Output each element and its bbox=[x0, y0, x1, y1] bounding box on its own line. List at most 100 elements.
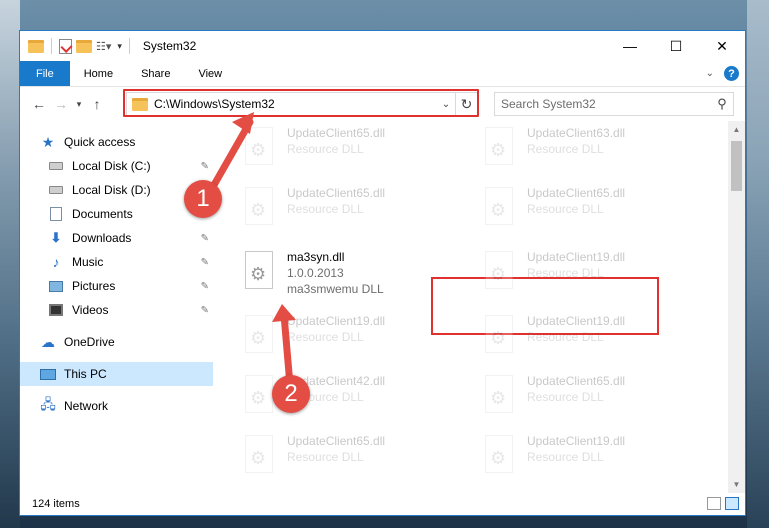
expand-ribbon-icon[interactable]: ⌄ bbox=[706, 68, 714, 79]
computer-icon bbox=[40, 368, 56, 380]
scroll-down-icon[interactable]: ▼ bbox=[728, 476, 745, 493]
sidebar-item-documents[interactable]: Documents ✎ bbox=[20, 202, 213, 226]
file-item[interactable]: ⚙ UpdateClient19.dll Resource DLL bbox=[481, 247, 711, 303]
file-name: UpdateClient19.dll bbox=[527, 314, 626, 328]
pin-icon[interactable]: ✎ bbox=[201, 257, 209, 268]
sidebar-item-onedrive[interactable]: ☁ OneDrive bbox=[20, 330, 213, 354]
file-item[interactable]: ⚙ UpdateClient19.dll Resource DLL bbox=[241, 311, 471, 367]
file-type: Resource DLL bbox=[287, 330, 364, 344]
sidebar-item-videos[interactable]: Videos ✎ bbox=[20, 298, 213, 322]
file-item[interactable]: ⚙ UpdateClient19.dll Resource DLL bbox=[481, 431, 711, 487]
tab-share[interactable]: Share bbox=[127, 61, 184, 86]
dll-file-icon: ⚙ bbox=[481, 375, 517, 415]
chevron-down-icon[interactable]: ▾ bbox=[117, 41, 122, 52]
network-icon: 🖧 bbox=[40, 396, 56, 412]
vertical-scrollbar[interactable]: ▲ ▼ bbox=[728, 121, 745, 493]
disk-icon bbox=[49, 186, 63, 194]
cloud-icon: ☁ bbox=[41, 333, 55, 350]
explorer-body: ★ Quick access Local Disk (C:) ✎ Local D… bbox=[20, 121, 745, 493]
desktop-background-right bbox=[747, 0, 769, 528]
file-item[interactable]: ⚙ UpdateClient65.dll Resource DLL bbox=[481, 371, 711, 427]
file-type: Resource DLL bbox=[287, 142, 364, 156]
divider bbox=[128, 38, 130, 54]
quick-access-toolbar: ☷▾ ▾ bbox=[20, 38, 133, 54]
sidebar-item-label: Local Disk (D:) bbox=[72, 183, 151, 197]
tab-file[interactable]: File bbox=[20, 61, 70, 86]
sidebar-item-local-disk-c[interactable]: Local Disk (C:) ✎ bbox=[20, 154, 213, 178]
help-icon[interactable]: ? bbox=[724, 66, 739, 81]
file-item[interactable]: ⚙ UpdateClient63.dll Resource DLL bbox=[481, 123, 711, 179]
sidebar-item-label: Music bbox=[72, 255, 104, 269]
file-version: 1.0.0.2013 bbox=[287, 266, 344, 280]
sidebar-item-label: Pictures bbox=[72, 279, 116, 293]
sidebar-item-label: Documents bbox=[72, 207, 133, 221]
refresh-icon[interactable]: ↻ bbox=[455, 93, 477, 115]
file-name: UpdateClient19.dll bbox=[527, 250, 626, 264]
sidebar-item-label: Network bbox=[64, 399, 109, 413]
recent-locations-icon[interactable]: ▾ bbox=[72, 99, 86, 110]
sidebar-item-label: This PC bbox=[64, 367, 107, 381]
address-bar[interactable]: C:\Windows\System32 ⌄ ↻ bbox=[126, 92, 478, 116]
back-arrow-icon[interactable]: ← bbox=[28, 96, 50, 112]
dll-file-icon: ⚙ bbox=[241, 435, 277, 475]
customize-toolbar-icon[interactable]: ☷▾ bbox=[96, 40, 111, 53]
step-marker-2: 2 bbox=[272, 375, 310, 413]
sidebar-item-label: Local Disk (C:) bbox=[72, 159, 151, 173]
divider bbox=[51, 38, 52, 54]
ribbon-tabs: File Home Share View ⌄ ? bbox=[20, 61, 745, 87]
sidebar-item-music[interactable]: ♪ Music ✎ bbox=[20, 250, 213, 274]
forward-arrow-icon[interactable]: → bbox=[50, 96, 72, 112]
sidebar-item-this-pc[interactable]: This PC bbox=[20, 362, 213, 386]
file-name: UpdateClient19.dll bbox=[287, 314, 386, 328]
item-count: 124 items bbox=[32, 498, 80, 510]
pin-icon[interactable]: ✎ bbox=[201, 281, 209, 292]
sidebar-item-label: OneDrive bbox=[64, 335, 115, 349]
dll-file-icon: ⚙ bbox=[241, 251, 277, 291]
file-explorer-window: ☷▾ ▾ System32 — ☐ ✕ File Home Share View… bbox=[19, 30, 746, 516]
file-type: Resource DLL bbox=[287, 450, 364, 464]
file-name: UpdateClient19.dll bbox=[527, 434, 626, 448]
file-name: UpdateClient65.dll bbox=[287, 126, 386, 140]
pin-icon[interactable]: ✎ bbox=[201, 233, 209, 244]
disk-icon bbox=[49, 162, 63, 170]
file-type: Resource DLL bbox=[527, 142, 604, 156]
tab-home[interactable]: Home bbox=[70, 61, 127, 86]
status-bar: 124 items bbox=[20, 493, 745, 515]
sidebar-item-network[interactable]: 🖧 Network bbox=[20, 394, 213, 418]
file-type: Resource DLL bbox=[527, 390, 604, 404]
file-item[interactable]: ⚙ UpdateClient65.dll Resource DLL bbox=[241, 183, 471, 239]
file-item[interactable]: ⚙ UpdateClient65.dll Resource DLL bbox=[481, 183, 711, 239]
search-input[interactable]: Search System32 ⚲ bbox=[494, 92, 734, 116]
folder-icon bbox=[132, 97, 148, 111]
navigation-pane: ★ Quick access Local Disk (C:) ✎ Local D… bbox=[20, 121, 213, 493]
scroll-thumb[interactable] bbox=[731, 141, 742, 191]
file-name: UpdateClient65.dll bbox=[527, 374, 626, 388]
file-item[interactable]: ⚙ UpdateClient65.dll Resource DLL bbox=[241, 123, 471, 179]
up-arrow-icon[interactable]: ↑ bbox=[86, 96, 108, 112]
new-folder-icon[interactable] bbox=[76, 39, 92, 53]
details-view-icon[interactable] bbox=[707, 497, 721, 510]
sidebar-item-downloads[interactable]: ⬇ Downloads ✎ bbox=[20, 226, 213, 250]
search-icon[interactable]: ⚲ bbox=[711, 96, 733, 112]
file-item-ma3syn[interactable]: ⚙ ma3syn.dll 1.0.0.2013 ma3smwemu DLL bbox=[241, 247, 471, 303]
file-item[interactable]: ⚙ UpdateClient65.dll Resource DLL bbox=[241, 431, 471, 487]
sidebar-item-quick-access[interactable]: ★ Quick access bbox=[20, 130, 213, 154]
pin-icon[interactable]: ✎ bbox=[201, 161, 209, 172]
properties-icon[interactable] bbox=[59, 38, 72, 54]
minimize-button[interactable]: — bbox=[607, 31, 653, 61]
chevron-down-icon[interactable]: ⌄ bbox=[437, 99, 455, 110]
star-icon: ★ bbox=[41, 133, 55, 150]
sidebar-item-pictures[interactable]: Pictures ✎ bbox=[20, 274, 213, 298]
scroll-up-icon[interactable]: ▲ bbox=[728, 121, 745, 138]
address-path[interactable]: C:\Windows\System32 bbox=[154, 97, 437, 111]
close-button[interactable]: ✕ bbox=[699, 31, 745, 61]
tab-view[interactable]: View bbox=[184, 61, 236, 86]
documents-icon bbox=[50, 207, 62, 221]
pin-icon[interactable]: ✎ bbox=[201, 305, 209, 316]
large-icons-view-icon[interactable] bbox=[725, 497, 739, 510]
file-item[interactable]: ⚙ UpdateClient19.dll Resource DLL bbox=[481, 311, 711, 367]
file-type: Resource DLL bbox=[527, 330, 604, 344]
download-icon: ⬇ bbox=[50, 230, 62, 245]
file-list: ⚙ UpdateClient65.dll Resource DLL ⚙ Updat… bbox=[213, 121, 745, 493]
maximize-button[interactable]: ☐ bbox=[653, 31, 699, 61]
